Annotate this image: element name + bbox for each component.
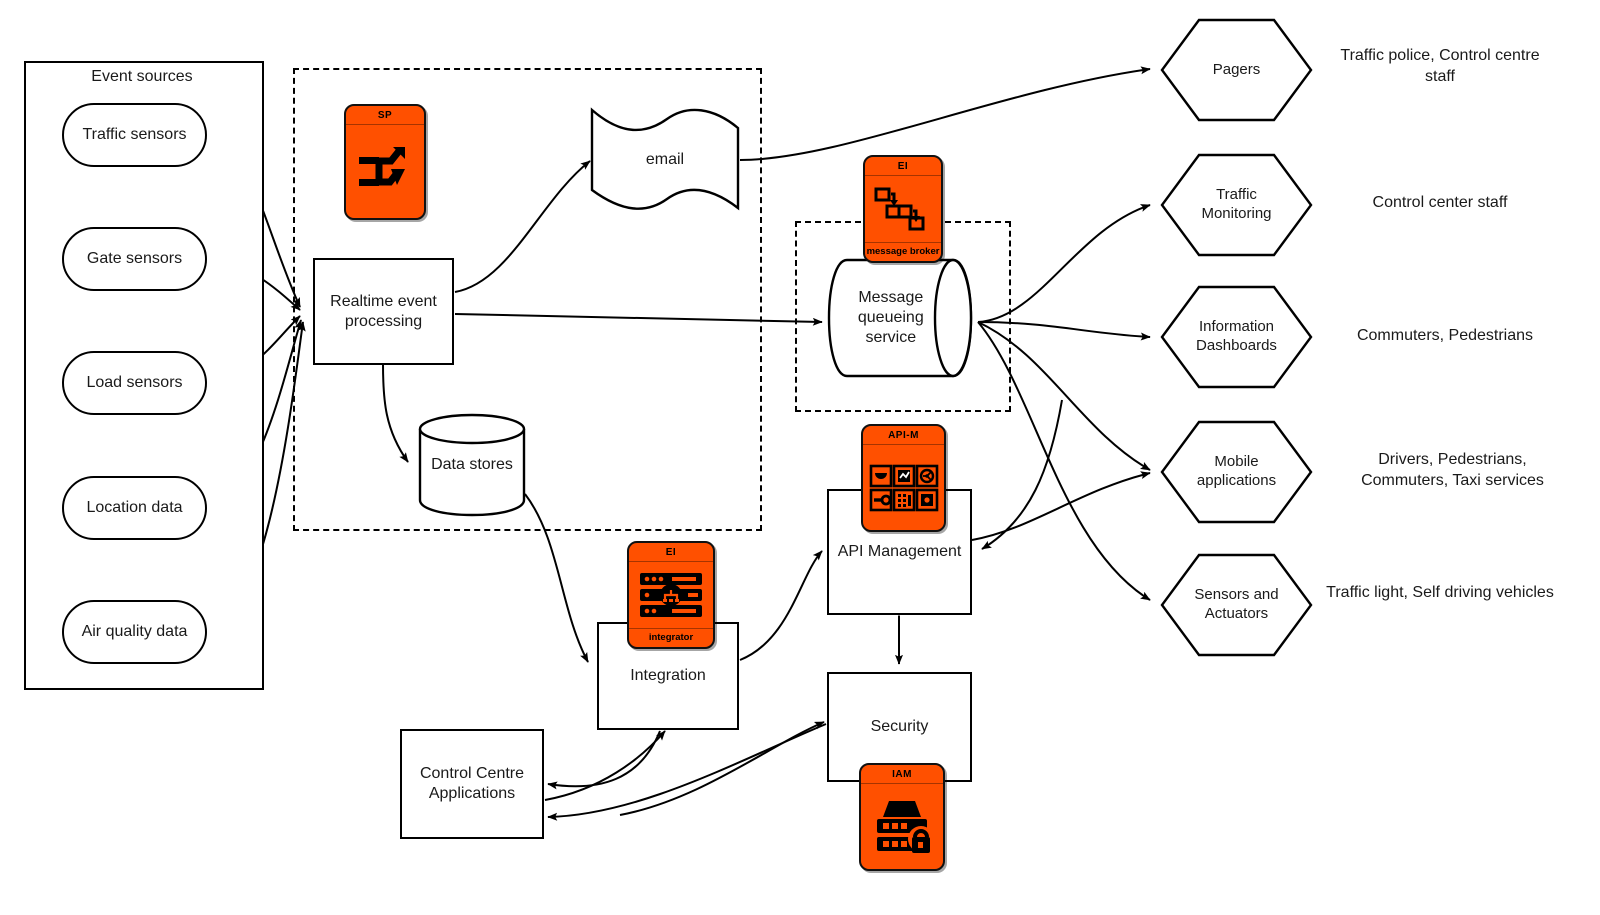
consumer-label: Information Dashboards	[1196, 318, 1277, 354]
consumer-label: Mobile applications	[1196, 453, 1277, 489]
node-label: API Management	[837, 543, 962, 560]
event-source-location-data[interactable]: Location data	[62, 476, 207, 540]
badge-top-label: EI	[865, 157, 941, 176]
node-label: Security	[870, 718, 929, 735]
badge-stream-processor[interactable]: SP	[344, 104, 426, 220]
stream-processor-icon	[346, 125, 424, 218]
badge-bottom-label: message broker	[865, 242, 941, 261]
consumer-pagers[interactable]: Pagers	[1160, 18, 1313, 122]
event-source-air-quality-data[interactable]: Air quality data	[62, 600, 207, 664]
consumer-label: Traffic Monitoring	[1201, 186, 1272, 222]
event-source-label: Gate sensors	[86, 250, 183, 267]
persona-traffic-monitoring: Control center staff	[1372, 194, 1508, 211]
consumer-label: Sensors and Actuators	[1194, 586, 1279, 622]
node-label: Realtime event processing	[330, 292, 437, 330]
consumer-sensors-actuators[interactable]: Sensors and Actuators	[1160, 553, 1313, 657]
badge-integrator[interactable]: EI integrator	[627, 541, 715, 649]
badge-top-label: SP	[346, 106, 424, 125]
consumer-information-dashboards[interactable]: Information Dashboards	[1160, 285, 1313, 389]
persona-pagers: Traffic police, Control centre staff	[1340, 47, 1540, 85]
badge-top-label: API-M	[863, 426, 944, 445]
realtime-event-processing-node[interactable]: Realtime event processing	[313, 258, 454, 365]
event-source-label: Load sensors	[86, 374, 183, 391]
event-source-label: Air quality data	[81, 623, 188, 640]
integrator-icon	[629, 562, 713, 628]
email-node[interactable]: email	[588, 102, 742, 217]
badge-top-label: EI	[629, 543, 713, 562]
persona-mobile-applications: Drivers, Pedestrians, Commuters, Taxi se…	[1361, 451, 1544, 489]
event-source-traffic-sensors[interactable]: Traffic sensors	[62, 103, 207, 167]
persona-information-dashboards: Commuters, Pedestrians	[1356, 327, 1534, 344]
node-label: email	[645, 150, 685, 168]
event-source-label: Traffic sensors	[82, 126, 187, 143]
badge-top-label: IAM	[861, 765, 943, 784]
message-broker-icon	[865, 176, 941, 242]
node-label: Message queueing service	[857, 289, 924, 346]
event-source-label: Location data	[86, 499, 183, 516]
persona-sensors-actuators: Traffic light, Self driving vehicles	[1326, 584, 1554, 601]
node-label: Control Centre Applications	[419, 765, 525, 802]
data-stores-node[interactable]: Data stores	[418, 412, 526, 517]
badge-message-broker[interactable]: EI message broker	[863, 155, 943, 263]
consumer-label: Pagers	[1212, 60, 1261, 78]
message-queueing-service-node[interactable]: Message queueing service	[825, 258, 978, 378]
node-label: Integration	[630, 667, 706, 684]
node-label: Data stores	[431, 455, 513, 473]
consumer-mobile-applications[interactable]: Mobile applications	[1160, 420, 1313, 524]
event-sources-title: Event sources	[91, 68, 193, 85]
badge-bottom-label: integrator	[629, 628, 713, 647]
event-source-load-sensors[interactable]: Load sensors	[62, 351, 207, 415]
badge-identity-server[interactable]: IAM	[859, 763, 945, 871]
architecture-diagram-canvas: Event sources Traffic sensors Gate senso…	[0, 0, 1600, 915]
badge-api-manager[interactable]: API-M	[861, 424, 946, 532]
consumer-traffic-monitoring[interactable]: Traffic Monitoring	[1160, 153, 1313, 257]
event-source-gate-sensors[interactable]: Gate sensors	[62, 227, 207, 291]
control-centre-applications-node[interactable]: Control Centre Applications	[400, 729, 544, 839]
api-manager-icon	[863, 445, 944, 530]
identity-server-icon	[861, 784, 943, 869]
